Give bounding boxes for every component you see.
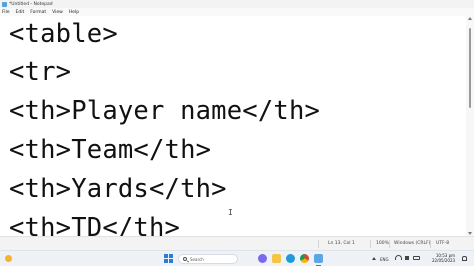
volume-icon[interactable] [405, 256, 409, 260]
menu-help[interactable]: Help [69, 10, 79, 15]
notification-bell-icon[interactable] [462, 256, 467, 261]
editor-line: <table> [9, 19, 118, 49]
windows-start-icon[interactable] [164, 254, 174, 264]
battery-icon[interactable] [413, 256, 420, 260]
scroll-down-icon[interactable] [468, 232, 472, 235]
scroll-thumb[interactable] [469, 28, 471, 108]
edge-browser-icon[interactable] [286, 254, 295, 263]
menu-view[interactable]: View [52, 10, 63, 15]
line-ending: Windows (CRLF) [394, 241, 431, 246]
scroll-up-icon[interactable] [468, 17, 472, 20]
status-divider [430, 240, 431, 248]
vertical-scrollbar[interactable] [466, 16, 474, 236]
weather-widget[interactable] [4, 254, 24, 264]
clock-date: 22/05/2023 [432, 258, 456, 263]
notepad-icon [2, 1, 7, 7]
menu-bar: File Edit Format View Help [0, 8, 474, 16]
taskbar: Search ENG 10:53 pm 22/05/2023 [0, 250, 474, 266]
editor-line: <th>Yards</th> [9, 174, 227, 204]
clock[interactable]: 10:53 pm 22/05/2023 [432, 253, 455, 263]
sun-icon [5, 255, 12, 262]
wifi-icon[interactable] [395, 255, 402, 260]
notepad-taskbar-icon[interactable] [314, 254, 323, 263]
editor-line: <tr> [9, 57, 72, 87]
status-divider [389, 240, 390, 248]
editor-line: <th>Player name</th> [9, 96, 321, 126]
i-beam-cursor-icon: I [228, 208, 233, 217]
show-hidden-icons-icon[interactable] [372, 257, 376, 260]
language-indicator[interactable]: ENG [380, 257, 389, 262]
editor-line: <th>TD</th> [9, 213, 181, 236]
status-divider [370, 240, 371, 248]
menu-file[interactable]: File [2, 10, 10, 15]
title-bar: *Untitled - Notepad [0, 0, 474, 8]
encoding: UTF-8 [436, 241, 450, 246]
file-explorer-icon[interactable] [272, 254, 281, 263]
chrome-browser-icon[interactable] [300, 254, 309, 263]
taskbar-search[interactable]: Search [178, 254, 238, 264]
menu-edit[interactable]: Edit [16, 10, 25, 15]
text-editor[interactable]: <table> <tr> <th>Player name</th> <th>Te… [0, 16, 466, 236]
status-bar: Ln 13, Col 1 100% Windows (CRLF) UTF-8 [0, 236, 474, 250]
notepad-window: *Untitled - Notepad File Edit Format Vie… [0, 0, 474, 266]
window-title: *Untitled - Notepad [9, 1, 53, 7]
editor-line: <th>Team</th> [9, 135, 212, 165]
search-placeholder: Search [190, 257, 204, 262]
menu-format[interactable]: Format [30, 10, 46, 15]
cursor-position: Ln 13, Col 1 [328, 241, 355, 246]
status-divider [318, 240, 319, 248]
search-icon [183, 257, 187, 261]
zoom-level: 100% [376, 241, 389, 246]
chat-app-icon[interactable] [258, 254, 267, 263]
